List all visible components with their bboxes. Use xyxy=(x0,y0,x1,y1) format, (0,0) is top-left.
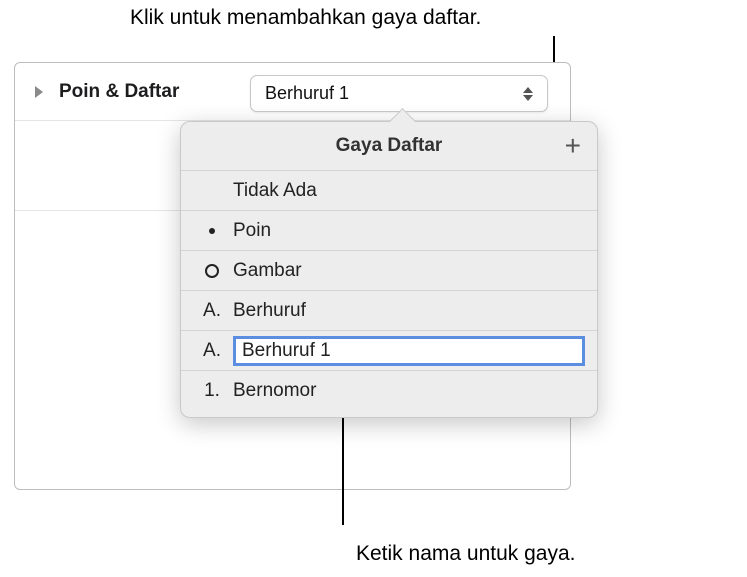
circle-icon xyxy=(201,264,223,278)
style-name-input[interactable]: Berhuruf 1 xyxy=(233,336,585,366)
list-item-numbered[interactable]: 1. Bernomor xyxy=(181,371,597,411)
add-style-button[interactable]: + xyxy=(565,134,581,158)
callout-bottom: Ketik nama untuk gaya. xyxy=(356,540,575,567)
inspector-panel: Poin & Daftar Berhuruf 1 Gaya Daftar + T… xyxy=(14,62,571,490)
popover-header: Gaya Daftar + xyxy=(181,122,597,170)
list-item-label: Gambar xyxy=(233,260,302,282)
inspector-header[interactable]: Poin & Daftar Berhuruf 1 xyxy=(15,63,570,121)
list-item-label: Tidak Ada xyxy=(233,180,317,202)
list-style-dropdown[interactable]: Berhuruf 1 xyxy=(250,75,548,112)
bullet-icon xyxy=(201,228,223,234)
list-item-image[interactable]: Gambar xyxy=(181,251,597,291)
callout-top: Klik untuk menambahkan gaya daftar. xyxy=(130,4,481,31)
chevron-up-down-icon xyxy=(523,87,533,101)
list-item-bullet[interactable]: Poin xyxy=(181,211,597,251)
preview-lettered: A. xyxy=(201,300,223,322)
list-styles-popover: Gaya Daftar + Tidak Ada Poin Gambar A. xyxy=(180,121,598,418)
popover-title: Gaya Daftar xyxy=(336,135,443,157)
callout-line-bottom xyxy=(342,410,344,525)
style-list: Tidak Ada Poin Gambar A. Berhuruf A. Ber… xyxy=(181,170,597,411)
list-item-lettered[interactable]: A. Berhuruf xyxy=(181,291,597,331)
list-item-none[interactable]: Tidak Ada xyxy=(181,171,597,211)
preview-numbered: 1. xyxy=(201,380,223,402)
section-label: Poin & Daftar xyxy=(59,81,179,103)
list-item-lettered-1[interactable]: A. Berhuruf 1 xyxy=(181,331,597,371)
panel-wrap: Poin & Daftar Berhuruf 1 Gaya Daftar + T… xyxy=(14,62,727,492)
list-item-label: Berhuruf xyxy=(233,300,306,322)
list-item-label: Bernomor xyxy=(233,380,316,402)
dropdown-value: Berhuruf 1 xyxy=(265,83,523,104)
chevron-right-icon xyxy=(35,86,43,98)
list-item-label: Poin xyxy=(233,220,271,242)
preview-lettered-1: A. xyxy=(201,340,223,362)
